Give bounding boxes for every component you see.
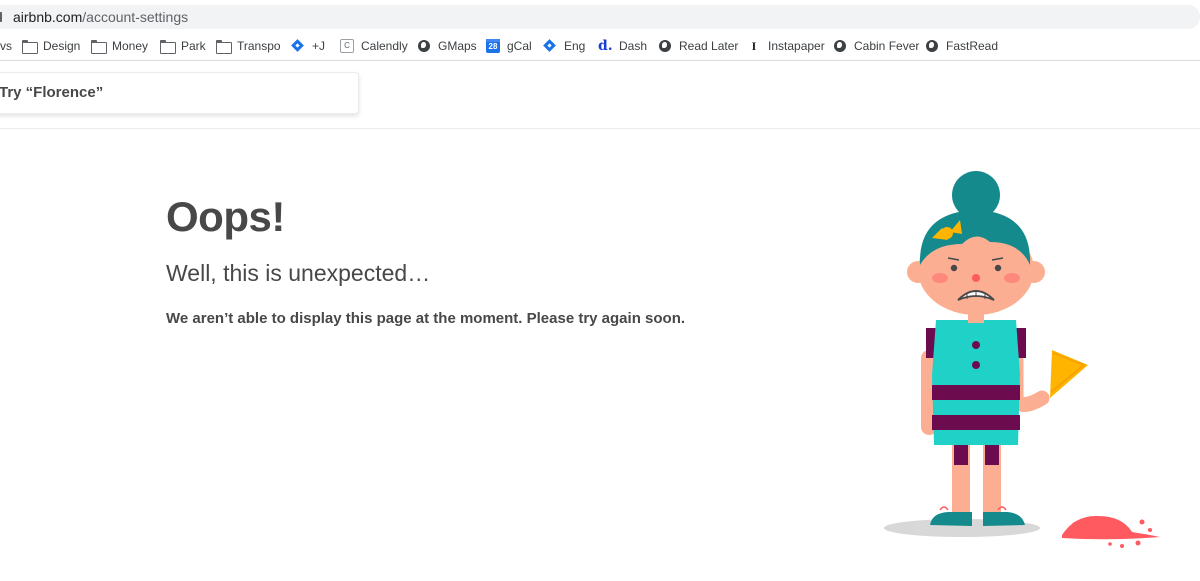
bookmark-calendly[interactable]: C Calendly bbox=[340, 38, 408, 54]
error-description: We aren’t able to display this page at t… bbox=[166, 310, 686, 327]
bookmark-vs[interactable]: vs bbox=[0, 38, 12, 54]
bookmark-label: Money bbox=[112, 39, 149, 53]
bookmark-label: gCal bbox=[507, 39, 532, 53]
bookmark-transpo[interactable]: Transpo bbox=[216, 38, 281, 54]
search-input[interactable]: Try “Florence” bbox=[0, 72, 359, 114]
bookmark-cabin-fever[interactable]: Cabin Fever bbox=[833, 38, 919, 54]
bookmark-label: Cabin Fever bbox=[854, 39, 920, 53]
globe-icon bbox=[833, 39, 847, 53]
calendar-icon: C bbox=[340, 39, 354, 53]
bookmark-label: Dash bbox=[619, 39, 648, 53]
bookmark-label: Instapaper bbox=[768, 39, 825, 53]
bookmark-label: Park bbox=[181, 39, 206, 53]
bookmark-label: GMaps bbox=[438, 39, 477, 53]
bookmark-design[interactable]: Design bbox=[22, 38, 80, 54]
bookmark-label: Calendly bbox=[361, 39, 408, 53]
folder-icon bbox=[22, 39, 38, 54]
bookmark-label: Eng bbox=[564, 39, 586, 53]
lock-icon bbox=[0, 12, 2, 22]
bookmark-instapaper[interactable]: I Instapaper bbox=[747, 38, 825, 54]
bookmark-gcal[interactable]: 28 gCal bbox=[486, 38, 532, 54]
instapaper-icon: I bbox=[751, 39, 757, 53]
folder-icon bbox=[160, 39, 176, 54]
globe-icon bbox=[658, 39, 672, 53]
bookmark-fastread[interactable]: FastRead bbox=[925, 38, 998, 54]
bookmark-label: Read Later bbox=[679, 39, 739, 53]
folder-icon bbox=[91, 39, 107, 54]
url-domain: airbnb.com bbox=[13, 9, 83, 25]
bookmark-label: Transpo bbox=[237, 39, 281, 53]
bookmark-read-later[interactable]: Read Later bbox=[658, 38, 738, 54]
site-header: Try “Florence” bbox=[0, 62, 1200, 129]
globe-icon bbox=[417, 39, 431, 53]
bookmark-label: vs bbox=[0, 39, 12, 53]
bookmark-eng[interactable]: Eng bbox=[543, 38, 585, 54]
error-subtitle: Well, this is unexpected… bbox=[166, 260, 431, 286]
bookmark-gmaps[interactable]: GMaps bbox=[417, 38, 477, 54]
dropped-ice-cream bbox=[1062, 515, 1160, 548]
bookmark-label: Design bbox=[43, 39, 81, 53]
bookmarks-bar: vs Design Money Park Transpo +J C Calend… bbox=[0, 32, 1200, 61]
url-path: /account-settings bbox=[82, 9, 189, 25]
url-field[interactable]: airbnb.com/account-settings bbox=[0, 5, 1200, 29]
bookmark-label: +J bbox=[312, 39, 326, 53]
ice-cream-cone bbox=[1050, 350, 1088, 398]
bookmark-park[interactable]: Park bbox=[160, 38, 206, 54]
bookmark-plus-j[interactable]: +J bbox=[291, 38, 325, 54]
bookmark-label: FastRead bbox=[946, 39, 999, 53]
right-shoe bbox=[983, 512, 1025, 526]
error-title: Oops! bbox=[166, 193, 285, 240]
dash-icon: d. bbox=[598, 38, 613, 54]
google-calendar-icon: 28 bbox=[486, 39, 500, 53]
search-placeholder: Try “Florence” bbox=[0, 84, 104, 101]
bookmark-money[interactable]: Money bbox=[91, 38, 148, 54]
sad-girl-illustration bbox=[884, 171, 1160, 548]
globe-icon bbox=[925, 39, 939, 53]
address-bar: airbnb.com/account-settings bbox=[0, 0, 1200, 32]
left-shoe bbox=[930, 512, 972, 526]
bookmark-dash[interactable]: d. Dash bbox=[598, 38, 647, 54]
diamond-icon bbox=[543, 39, 557, 53]
folder-icon bbox=[216, 39, 232, 54]
url-text[interactable]: airbnb.com/account-settings bbox=[13, 9, 188, 25]
diamond-icon bbox=[291, 39, 305, 53]
